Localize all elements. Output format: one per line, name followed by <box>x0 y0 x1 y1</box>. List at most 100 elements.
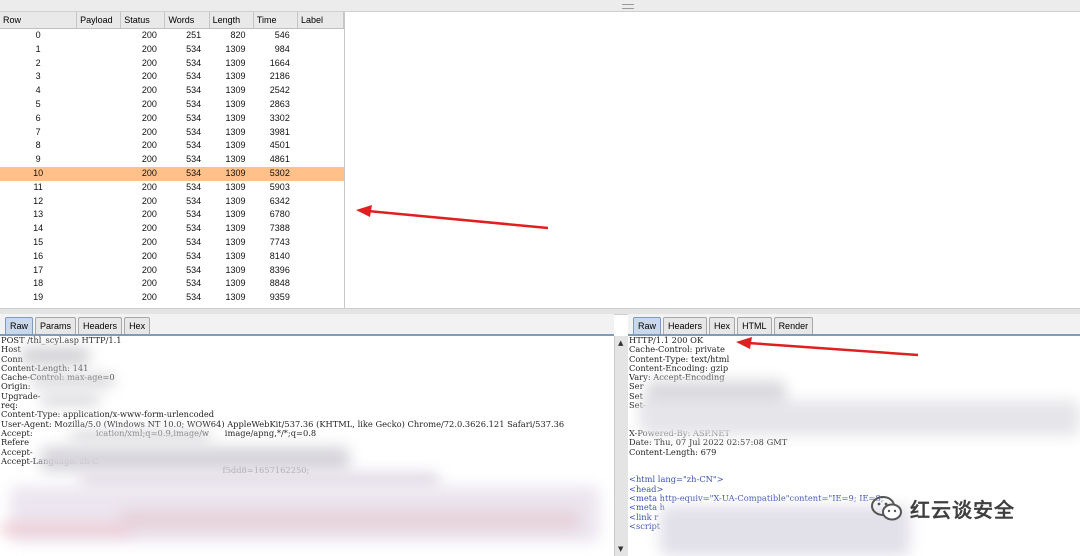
table-cell-length: 820 <box>230 30 246 40</box>
request-tab-params[interactable]: Params <box>35 317 77 334</box>
table-cell-label <box>298 70 344 84</box>
table-cell-words: 534 <box>186 167 202 178</box>
table-cell-time: 6342 <box>269 195 290 206</box>
table-row[interactable]: 6 200 534 1309 3302 <box>0 112 344 126</box>
column-header-time[interactable]: Time <box>254 12 298 28</box>
table-cell-payload <box>76 208 120 222</box>
table-row[interactable]: 0 200 251 820 546 <box>0 29 344 43</box>
table-row[interactable]: 15 200 534 1309 7743 <box>0 236 344 250</box>
table-cell-words: 534 <box>186 195 202 206</box>
table-cell-words: 534 <box>186 71 202 82</box>
table-cell-words: 534 <box>186 98 202 109</box>
column-header-words[interactable]: Words <box>165 12 210 28</box>
table-cell-status: 200 <box>141 167 157 178</box>
column-header-status[interactable]: Status <box>121 12 166 28</box>
table-row[interactable]: 3 200 534 1309 2186 <box>0 70 344 84</box>
table-cell-row: 18 <box>33 278 44 289</box>
scroll-down-icon[interactable]: ▼ <box>618 545 623 553</box>
table-row[interactable]: 13 200 534 1309 6780 <box>0 208 344 222</box>
table-cell-length: 1309 <box>225 126 246 137</box>
watermark: 红云谈安全 <box>870 494 1015 523</box>
table-cell-words: 534 <box>186 43 202 54</box>
request-tab-hex[interactable]: Hex <box>124 317 151 334</box>
table-cell-time: 5903 <box>269 181 290 192</box>
response-line: <html lang="zh-CN"> <box>629 474 724 485</box>
table-cell-length: 1309 <box>225 71 246 82</box>
table-row[interactable]: 17 200 534 1309 8396 <box>0 264 344 278</box>
request-tab-raw[interactable]: Raw <box>5 317 34 334</box>
table-row[interactable]: 2 200 534 1309 1664 <box>0 57 344 71</box>
table-cell-status: 200 <box>141 250 157 261</box>
table-cell-status: 200 <box>141 43 157 54</box>
table-row[interactable]: 1 200 534 1309 984 <box>0 43 344 57</box>
table-cell-length: 1309 <box>225 43 246 54</box>
annotation-arrow <box>736 337 919 357</box>
table-row[interactable]: 4 200 534 1309 2542 <box>0 84 344 98</box>
table-cell-payload <box>76 195 120 209</box>
table-cell-payload <box>76 167 120 181</box>
table-row[interactable]: 14 200 534 1309 7388 <box>0 222 344 236</box>
table-cell-row: 12 <box>33 195 44 206</box>
table-cell-status: 200 <box>141 140 157 151</box>
table-row[interactable]: 19 200 534 1309 9359 <box>0 291 344 305</box>
table-cell-length: 1309 <box>225 236 246 247</box>
table-cell-words: 534 <box>186 57 202 68</box>
table-cell-time: 8848 <box>269 278 290 289</box>
table-cell-status: 200 <box>141 195 157 206</box>
table-cell-row: 6 <box>35 112 41 123</box>
table-cell-time: 3302 <box>269 112 290 123</box>
table-cell-time: 5302 <box>269 167 290 178</box>
table-cell-payload <box>76 236 120 250</box>
table-cell-row: 14 <box>33 223 44 234</box>
table-cell-payload <box>76 264 120 278</box>
table-cell-row: 4 <box>35 85 41 96</box>
redaction-blur <box>30 375 115 387</box>
table-cell-row: 15 <box>33 236 44 247</box>
table-row[interactable]: 12 200 534 1309 6342 <box>0 195 344 209</box>
response-tab-render[interactable]: Render <box>773 317 814 334</box>
results-table: Row Payload Status Words Length Time Lab… <box>0 12 345 308</box>
table-cell-status: 200 <box>141 236 157 247</box>
table-cell-row: 1 <box>35 43 41 54</box>
table-row[interactable]: 18 200 534 1309 8848 <box>0 277 344 291</box>
response-tab-html[interactable]: HTML <box>737 317 772 334</box>
table-cell-row: 17 <box>33 264 44 275</box>
table-cell-label <box>298 98 344 112</box>
table-cell-status: 200 <box>141 223 157 234</box>
response-tab-hex[interactable]: Hex <box>709 317 736 334</box>
table-row[interactable]: 10 200 534 1309 5302 <box>0 166 344 181</box>
table-cell-words: 534 <box>186 264 202 275</box>
response-tab-raw[interactable]: Raw <box>633 317 662 334</box>
table-cell-status: 200 <box>141 278 157 289</box>
column-header-length[interactable]: Length <box>210 12 254 28</box>
table-cell-label <box>298 195 344 209</box>
table-cell-payload <box>76 139 120 153</box>
column-header-label[interactable]: Label <box>298 12 344 28</box>
column-header-payload[interactable]: Payload <box>77 12 122 28</box>
table-cell-label <box>298 208 344 222</box>
table-cell-status: 200 <box>141 126 157 137</box>
table-cell-length: 1309 <box>225 181 246 192</box>
watermark-text: 红云谈安全 <box>910 498 1015 522</box>
table-cell-payload <box>76 181 120 195</box>
table-row[interactable]: 9 200 534 1309 4861 <box>0 153 344 167</box>
splitter-grip-icon[interactable] <box>622 4 634 9</box>
response-line: Content-Length: 679 <box>629 446 717 457</box>
table-cell-time: 7388 <box>269 223 290 234</box>
scroll-up-icon[interactable]: ▲ <box>618 339 623 347</box>
table-cell-payload <box>76 29 120 43</box>
table-cell-payload <box>76 126 120 140</box>
response-tab-headers[interactable]: Headers <box>663 317 708 334</box>
request-tab-headers[interactable]: Headers <box>78 317 123 334</box>
table-row[interactable]: 16 200 534 1309 8140 <box>0 250 344 264</box>
table-row[interactable]: 8 200 534 1309 4501 <box>0 139 344 153</box>
table-cell-row: 7 <box>35 126 41 137</box>
table-row[interactable]: 11 200 534 1309 5903 <box>0 181 344 195</box>
table-cell-payload <box>76 153 120 167</box>
table-cell-words: 534 <box>186 85 202 96</box>
table-row[interactable]: 7 200 534 1309 3981 <box>0 126 344 140</box>
table-cell-payload <box>76 222 120 236</box>
table-row[interactable]: 5 200 534 1309 2863 <box>0 98 344 112</box>
redaction-blur <box>40 394 100 406</box>
column-header-row[interactable]: Row <box>0 12 78 28</box>
